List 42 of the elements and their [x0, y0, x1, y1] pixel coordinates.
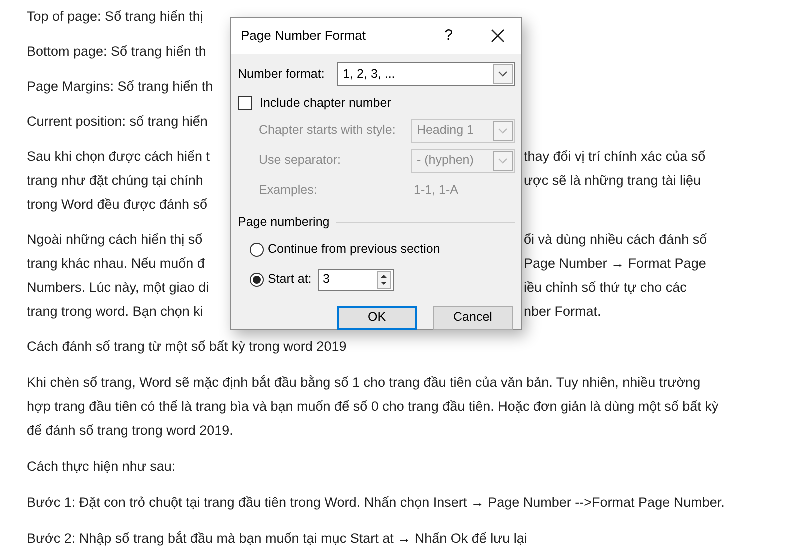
dropdown[interactable]: 1, 2, 3, ...: [337, 62, 515, 86]
text-line: ổi và dùng nhiều cách đánh số: [523, 231, 708, 249]
checkbox-label: Include chapter number: [260, 95, 392, 112]
checkbox[interactable]: [238, 96, 252, 110]
text-line: thay đổi vị trí chính xác của số: [523, 148, 706, 166]
spinner-arrows-icon[interactable]: [377, 270, 391, 288]
paragraph: Bước 1: Đặt con trỏ chuột tại trang đầu tiên trong Word. Nhấn chọn Insert → Page Number -->Format Page Number.: [27, 494, 726, 512]
field-label: Examples:: [259, 182, 318, 200]
paragraph: Cách thực hiện như sau:: [27, 458, 177, 476]
text-line: trong Word đều được đánh số: [27, 196, 208, 214]
dialog-button[interactable]: OK: [337, 306, 417, 330]
field-label: Chapter starts with style:: [259, 122, 397, 140]
dialog-button[interactable]: Cancel: [433, 306, 513, 330]
text-line: trang trong word. Bạn chọn ki: [27, 303, 204, 321]
text-line: trang khác nhau. Nếu muốn đ: [27, 255, 205, 273]
paragraph: Khi chèn số trang, Word sẽ mặc định bắt đầu bằng số 1 cho trang đầu tiên của văn bản. Tuy nhiên, nhiều trường hợp trang đầu tiên có thể là trang bìa và bạn muốn để số 0 cho trang đầu tiên. Hoặc đơn giản là dùng một số bất kỳ để đánh số trang trong word 2019.: [27, 374, 720, 440]
paragraph: Bước 2: Nhập số trang bắt đầu mà bạn muốn tại mục Start at → Nhấn Ok để lưu lại: [27, 530, 528, 548]
text-line: nber Format.: [523, 303, 602, 321]
chevron-down-icon[interactable]: [493, 64, 513, 84]
help-button[interactable]: ?: [444, 24, 453, 48]
text-line: ược sẽ là những trang tài liệu: [523, 172, 702, 190]
radio-label: Continue from previous section: [268, 241, 440, 258]
example-text: 1-1, 1-A: [414, 182, 458, 200]
text-line: Sau khi chọn được cách hiển t: [27, 148, 210, 166]
field-label: Use separator:: [259, 152, 342, 170]
radio-button[interactable]: [250, 272, 264, 286]
radio-label: Start at:: [268, 271, 313, 288]
radio-button[interactable]: [250, 242, 264, 256]
text-line: Bottom page: Số trang hiển th: [27, 43, 206, 61]
dialog-title: Page Number Format: [241, 27, 367, 46]
text-line: iều chỉnh số thứ tự cho các: [523, 279, 687, 297]
text-line: Page Margins: Số trang hiển th: [27, 78, 214, 96]
text-line: Top of page: Số trang hiển thị: [27, 8, 204, 26]
text-line: Page Number → Format Page: [523, 255, 706, 273]
group-title: Page numbering: [238, 214, 330, 231]
number-spinner[interactable]: 3: [318, 268, 394, 290]
paragraph: Cách đánh số trang từ một số bất kỳ trong word 2019: [27, 338, 348, 356]
text-line: Numbers. Lúc này, một giao di: [27, 279, 210, 297]
field-label: Number format:: [238, 66, 326, 83]
text-line: Current position: số trang hiển: [27, 113, 208, 131]
text-line: trang như đặt chúng tại chính: [27, 172, 204, 190]
text-line: Ngoài những cách hiển thị số: [27, 231, 203, 249]
